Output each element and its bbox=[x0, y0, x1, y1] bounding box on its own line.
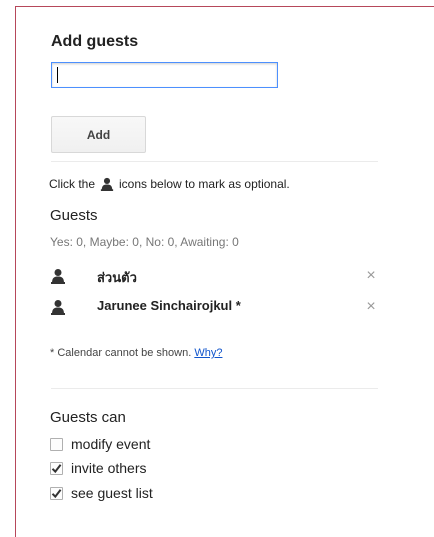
see-guest-list-checkbox[interactable] bbox=[50, 486, 63, 500]
calendar-note-text: * Calendar cannot be shown. bbox=[50, 347, 192, 359]
guest-row: ส่วนตัว × bbox=[50, 265, 380, 287]
person-icon bbox=[100, 177, 114, 191]
guest-name: ส่วนตัว bbox=[97, 270, 137, 285]
guest-row: Jarunee Sinchairojkul * × bbox=[50, 296, 380, 318]
guest-name: Jarunee Sinchairojkul * bbox=[97, 298, 241, 313]
why-link[interactable]: Why? bbox=[194, 347, 222, 359]
permission-label: see guest list bbox=[71, 485, 153, 501]
permission-modify-event: modify event bbox=[50, 434, 150, 454]
add-guests-panel: Add guests Add Click the icons below to … bbox=[0, 0, 434, 537]
calendar-note: * Calendar cannot be shown. Why? bbox=[50, 347, 222, 359]
permission-label: modify event bbox=[71, 436, 151, 452]
checkmark-icon bbox=[51, 488, 62, 498]
add-guests-title: Add guests bbox=[51, 33, 139, 50]
add-button[interactable]: Add bbox=[51, 116, 146, 153]
divider bbox=[51, 161, 378, 162]
person-icon[interactable] bbox=[50, 299, 66, 315]
remove-guest-icon[interactable]: × bbox=[363, 296, 379, 318]
person-icon[interactable] bbox=[50, 268, 66, 284]
add-guests-input[interactable] bbox=[51, 62, 278, 88]
invite-others-checkbox[interactable] bbox=[50, 461, 63, 475]
guests-heading: Guests bbox=[50, 207, 98, 224]
permission-invite-others: invite others bbox=[50, 458, 146, 478]
permission-see-guest-list: see guest list bbox=[50, 483, 153, 503]
guests-can-heading: Guests can bbox=[50, 409, 126, 426]
frame-border-left bbox=[15, 6, 16, 537]
text-caret bbox=[57, 67, 58, 83]
hint-text-before: Click the bbox=[49, 177, 96, 191]
optional-hint: Click the icons below to mark as optiona… bbox=[49, 177, 290, 191]
frame-border-top bbox=[15, 6, 434, 7]
remove-guest-icon[interactable]: × bbox=[363, 265, 379, 287]
permission-label: invite others bbox=[71, 460, 147, 476]
hint-text-after: icons below to mark as optional. bbox=[119, 177, 290, 191]
divider bbox=[51, 388, 378, 389]
checkmark-icon bbox=[51, 463, 62, 473]
rsvp-counts: Yes: 0, Maybe: 0, No: 0, Awaiting: 0 bbox=[50, 235, 239, 249]
modify-event-checkbox[interactable] bbox=[50, 437, 63, 451]
